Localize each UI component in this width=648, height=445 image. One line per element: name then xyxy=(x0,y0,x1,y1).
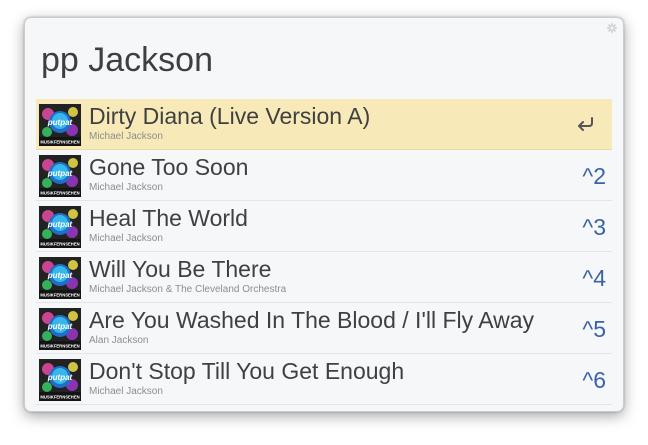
album-art-thumbnail: putpat MUSIKFERNSEHEN xyxy=(39,257,81,299)
result-shortcut: ^3 xyxy=(582,214,606,240)
svg-text:MUSIKFERNSEHEN: MUSIKFERNSEHEN xyxy=(40,140,79,145)
album-art-thumbnail: putpat MUSIKFERNSEHEN xyxy=(39,206,81,248)
result-shortcut: ^6 xyxy=(582,367,606,393)
svg-text:putpat: putpat xyxy=(47,118,73,127)
album-art-thumbnail: putpat MUSIKFERNSEHEN xyxy=(39,104,81,146)
svg-text:putpat: putpat xyxy=(47,271,73,280)
results-list: putpat MUSIKFERNSEHEN Dirty Diana (Live … xyxy=(36,99,612,405)
svg-text:putpat: putpat xyxy=(47,169,73,178)
svg-text:MUSIKFERNSEHEN: MUSIKFERNSEHEN xyxy=(40,293,79,298)
result-shortcut: ^2 xyxy=(582,163,606,189)
result-title: Don't Stop Till You Get Enough xyxy=(89,358,405,384)
svg-text:MUSIKFERNSEHEN: MUSIKFERNSEHEN xyxy=(40,344,79,349)
result-row-5[interactable]: putpat MUSIKFERNSEHEN Are You Washed In … xyxy=(36,303,612,354)
svg-text:putpat: putpat xyxy=(47,373,73,382)
album-art-thumbnail: putpat MUSIKFERNSEHEN xyxy=(39,308,81,350)
result-row-6[interactable]: putpat MUSIKFERNSEHEN Don't Stop Till Yo… xyxy=(36,354,612,405)
result-title: Gone Too Soon xyxy=(89,154,249,180)
result-row-3[interactable]: putpat MUSIKFERNSEHEN Heal The World Mic… xyxy=(36,201,612,252)
album-art-thumbnail: putpat MUSIKFERNSEHEN xyxy=(39,359,81,401)
result-subtitle: Michael Jackson xyxy=(89,182,163,193)
search-input[interactable]: pp Jackson xyxy=(41,40,601,80)
return-icon xyxy=(578,117,593,131)
result-subtitle: Alan Jackson xyxy=(89,335,149,346)
launcher-window: pp Jackson putpat MUSIKFERNSEHEN Dirty D… xyxy=(24,17,624,412)
result-shortcut: ^5 xyxy=(582,316,606,342)
result-row-4[interactable]: putpat MUSIKFERNSEHEN Will You Be There … xyxy=(36,252,612,303)
result-subtitle: Michael Jackson xyxy=(89,386,163,397)
svg-text:MUSIKFERNSEHEN: MUSIKFERNSEHEN xyxy=(40,395,79,400)
svg-text:putpat: putpat xyxy=(47,220,73,229)
result-subtitle: Michael Jackson & The Cleveland Orchestr… xyxy=(89,284,287,295)
result-shortcut: ^4 xyxy=(582,265,606,291)
svg-text:MUSIKFERNSEHEN: MUSIKFERNSEHEN xyxy=(40,242,79,247)
svg-text:MUSIKFERNSEHEN: MUSIKFERNSEHEN xyxy=(40,191,79,196)
result-title: Are You Washed In The Blood / I'll Fly A… xyxy=(89,307,535,333)
result-title: Will You Be There xyxy=(89,256,272,282)
result-title: Heal The World xyxy=(89,205,248,231)
album-art-thumbnail: putpat MUSIKFERNSEHEN xyxy=(39,155,81,197)
result-subtitle: Michael Jackson xyxy=(89,233,163,244)
svg-text:putpat: putpat xyxy=(47,322,73,331)
result-row-1[interactable]: putpat MUSIKFERNSEHEN Dirty Diana (Live … xyxy=(36,99,612,150)
result-row-2[interactable]: putpat MUSIKFERNSEHEN Gone Too Soon Mich… xyxy=(36,150,612,201)
result-title: Dirty Diana (Live Version A) xyxy=(89,103,371,129)
result-subtitle: Michael Jackson xyxy=(89,131,163,142)
gear-icon[interactable] xyxy=(607,23,617,33)
